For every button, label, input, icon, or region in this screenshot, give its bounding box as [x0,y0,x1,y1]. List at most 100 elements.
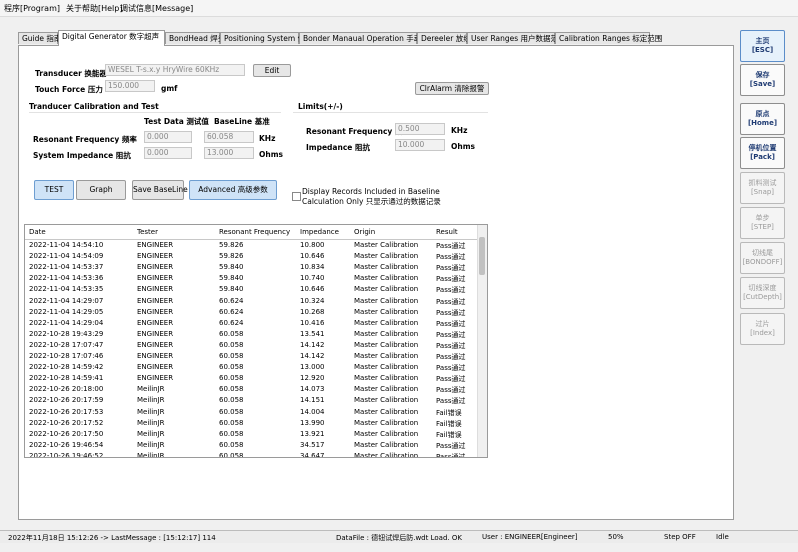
cell-date: 2022-11-04 14:54:10 [29,241,104,249]
cell-resonant-frequency: 59.826 [219,252,244,261]
menu-message[interactable]: 调试信息[Message] [120,3,193,14]
column-result[interactable]: Result [436,228,458,236]
cell-impedance: 34.647 [300,451,325,458]
cell-tester: ENGINEER [137,318,174,327]
limits-resonant-unit: KHz [451,126,468,135]
menu-program[interactable]: 程序[Program] [4,3,60,14]
table-header: Date Tester Resonant Frequency Impedance… [25,225,477,240]
baseline-header: BaseLine 基准 [214,117,270,126]
column-origin[interactable]: Origin [354,228,375,236]
sidebar-button-bondoff[interactable]: 切线尾 [BONDOFF] [740,242,785,274]
cell-tester: MeilinJR [137,407,165,416]
status-bar: 2022年11月18日 15:12:26 -> LastMessage : [1… [0,530,798,543]
sidebar-button-snap[interactable]: 抓料测试 [Snap] [740,172,785,204]
cell-impedance: 14.142 [300,352,325,360]
column-date[interactable]: Date [29,228,46,236]
table-row[interactable]: 2022-11-04 14:54:09 ENGINEER 59.826 10.646 M… [25,251,477,262]
cell-origin: Master Calibration [354,296,419,305]
cell-tester: MeilinJR [137,396,165,405]
table-scrollbar[interactable] [477,225,487,457]
cell-resonant-frequency: 60.058 [219,374,244,383]
table-row[interactable]: 2022-11-04 14:53:37 ENGINEER 59.840 10.834 M… [25,262,477,273]
cell-origin: Master Calibration [354,252,419,261]
cell-result: Pass通过 [436,264,466,273]
table-row[interactable]: 2022-11-04 14:29:07 ENGINEER 60.624 10.324 M… [25,296,477,307]
sidebar-button-index[interactable]: 过片 [Index] [740,313,785,345]
save-baseline-button[interactable]: Save BaseLine [132,180,188,200]
table-row[interactable]: 2022-10-26 20:18:00 MeilinJR 60.058 14.073 M… [25,384,477,395]
menu-bar: 程序[Program] 关于帮助[Help] 调试信息[Message] [0,0,798,17]
cell-result: Pass通过 [436,319,466,328]
sidebar-button-key: [Pack] [750,153,775,161]
graph-button[interactable]: Graph [76,180,126,200]
table-row[interactable]: 2022-11-04 14:53:35 ENGINEER 59.840 10.646 M… [25,284,477,295]
table-row[interactable]: 2022-10-28 14:59:42 ENGINEER 60.058 13.000 M… [25,362,477,373]
cell-tester: MeilinJR [137,440,165,449]
cell-result: Pass通过 [436,341,466,350]
table-row[interactable]: 2022-10-26 19:46:52 MeilinJR 60.058 34.647 M… [25,451,477,458]
test-button[interactable]: TEST [34,180,74,200]
table-row[interactable]: 2022-10-26 20:17:50 MeilinJR 60.058 13.921 M… [25,429,477,440]
cell-tester: ENGINEER [137,352,174,360]
table-row[interactable]: 2022-10-26 20:17:52 MeilinJR 60.058 13.990 M… [25,418,477,429]
edit-button[interactable]: Edit [253,64,291,77]
column-impedance[interactable]: Impedance [300,228,339,236]
cell-origin: Master Calibration [354,307,419,316]
scrollbar-thumb[interactable] [479,237,485,275]
table-row[interactable]: 2022-10-26 20:17:53 MeilinJR 60.058 14.004 M… [25,407,477,418]
cell-impedance: 10.646 [300,285,325,294]
cell-resonant-frequency: 60.058 [219,451,244,458]
cell-impedance: 10.416 [300,318,325,327]
table-row[interactable]: 2022-10-28 19:43:29 ENGINEER 60.058 13.541 M… [25,329,477,340]
cell-impedance: 10.646 [300,252,325,261]
tab-bonder-manual-operation[interactable]: Bonder Manaual Operation 手动操作 [299,32,436,44]
limits-resonant-field: 0.500 [395,123,445,135]
cell-origin: Master Calibration [354,429,419,438]
table-row[interactable]: 2022-11-04 14:29:05 ENGINEER 60.624 10.268 M… [25,307,477,318]
table-row[interactable]: 2022-10-28 17:07:47 ENGINEER 60.058 14.142 M… [25,340,477,351]
tab-calibration-ranges[interactable]: Calibration Ranges 标定范围 [555,32,662,44]
cell-impedance: 13.541 [300,329,325,338]
column-resonant-frequency[interactable]: Resonant Frequency [219,228,290,236]
cell-resonant-frequency: 60.058 [219,363,244,372]
cell-impedance: 14.142 [300,340,325,349]
table-row[interactable]: 2022-11-04 14:54:10 ENGINEER 59.826 10.800 M… [25,240,477,251]
sidebar-button-step[interactable]: 单步 [STEP] [740,207,785,239]
table-row[interactable]: 2022-11-04 14:53:36 ENGINEER 59.840 10.740 M… [25,273,477,284]
display-records-checkbox[interactable] [292,192,301,201]
sidebar-button-title: 单步 [755,214,770,222]
tab-dereeler[interactable]: Dereeler 放线 [417,32,471,44]
sidebar-button-home[interactable]: 原点 [Home] [740,103,785,135]
sidebar-button-cutdepth[interactable]: 切线深度 [CutDepth] [740,277,785,309]
tab-positioning-system[interactable]: Positioning System 位置 [220,32,313,44]
limits-impedance-unit: Ohms [451,142,475,151]
clear-alarm-button[interactable]: ClrAlarm 清除报警 [415,82,489,95]
touch-force-unit: gmf [161,84,178,93]
sidebar-button-title: 停机位置 [748,144,777,152]
tab-user-ranges[interactable]: User Ranges 用户数据范围 [467,32,566,44]
tab-bondhead[interactable]: BondHead 焊头 [165,32,225,44]
cell-impedance: 10.324 [300,296,325,305]
table-row[interactable]: 2022-10-28 17:07:46 ENGINEER 60.058 14.142 M… [25,351,477,362]
tab-guide[interactable]: Guide 指南 [18,32,61,44]
table-row[interactable]: 2022-10-26 20:17:59 MeilinJR 60.058 14.151 M… [25,395,477,406]
sidebar-button-save[interactable]: 保存 [Save] [740,64,785,96]
cell-resonant-frequency: 60.058 [219,440,244,449]
advanced-button[interactable]: Advanced 高级参数 [189,180,277,200]
sidebar-button-title: 抓料测试 [748,179,777,187]
table-row[interactable]: 2022-11-04 14:29:04 ENGINEER 60.624 10.416 M… [25,318,477,329]
cell-result: Pass通过 [436,330,466,339]
table-row[interactable]: 2022-10-28 14:59:41 ENGINEER 60.058 12.920 M… [25,373,477,384]
cell-date: 2022-11-04 14:53:35 [29,285,104,294]
menu-help[interactable]: 关于帮助[Help] [66,3,122,14]
sidebar-button-pack[interactable]: 停机位置 [Pack] [740,137,785,169]
tab-digital-generator[interactable]: Digital Generator 数字超声 [58,30,165,46]
cell-result: Pass通过 [436,286,466,295]
table-row[interactable]: 2022-10-26 19:46:54 MeilinJR 60.058 34.517 M… [25,440,477,451]
resonant-unit: KHz [259,134,276,143]
cell-impedance: 34.517 [300,440,325,449]
column-tester[interactable]: Tester [137,228,158,236]
cell-date: 2022-10-28 19:43:29 [29,329,104,338]
cell-impedance: 10.834 [300,263,325,272]
sidebar-button-esc[interactable]: 主页 [ESC] [740,30,785,62]
